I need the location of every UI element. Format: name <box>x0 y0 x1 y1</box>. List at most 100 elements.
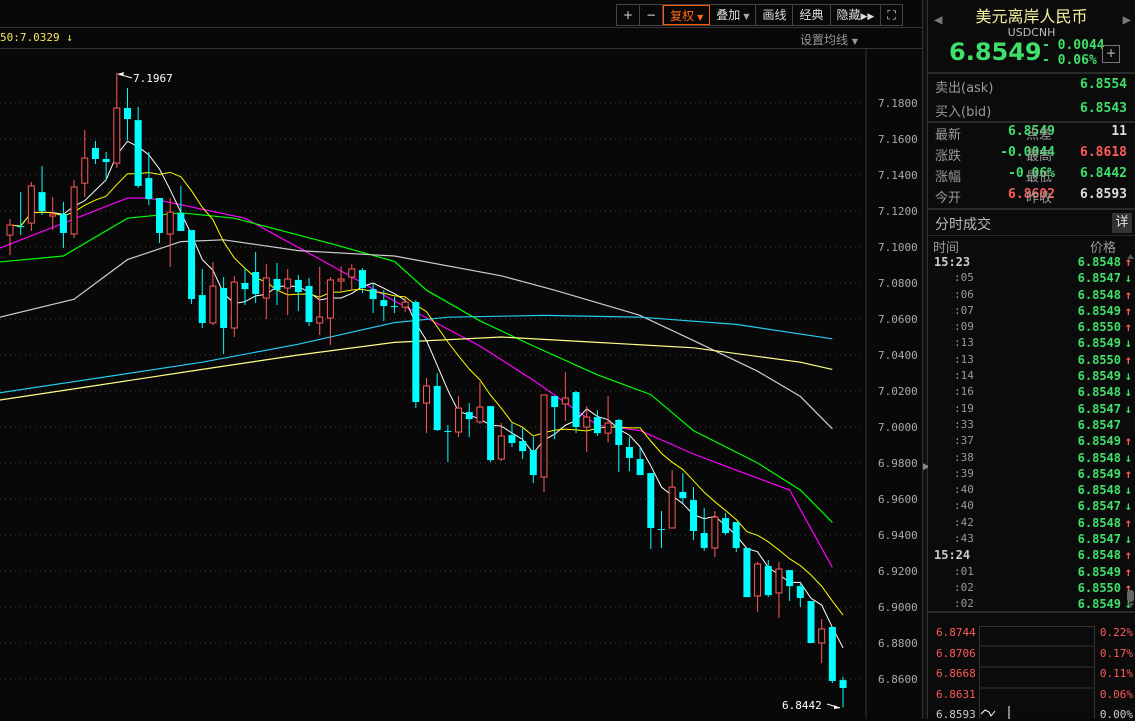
tick-row: 15:24 6.8548 ↑ <box>928 547 1135 563</box>
candle-down <box>572 391 580 434</box>
scroll-down-icon[interactable] <box>1127 603 1134 608</box>
tick-row: :13 6.8549 ↓ <box>928 335 1135 351</box>
candle-down <box>412 300 420 409</box>
tick-time: :14 <box>954 369 974 383</box>
candlestick-chart[interactable]: 7.1800 7.1600 7.1400 7.1200 7.1000 7.0800 7.06… <box>0 0 922 719</box>
stat-label: 最低 <box>1026 170 1053 185</box>
add-watchlist-button[interactable]: + <box>1102 45 1120 63</box>
divider <box>928 235 1135 236</box>
tick-time: :02 <box>954 580 974 594</box>
price-tick-label: 7.1600 <box>878 133 918 146</box>
candle-up <box>476 382 484 424</box>
candle-body <box>754 563 762 597</box>
tick-row: :33 6.8547 <box>928 417 1135 433</box>
tick-time: :01 <box>954 564 974 578</box>
stat-row: 涨幅 -0.06% 最低 6.8442 <box>928 166 1135 186</box>
price-tick-label: 6.9000 <box>878 601 918 614</box>
price-tick-label: 6.8800 <box>878 637 918 650</box>
candle-body <box>423 385 431 404</box>
candle-body <box>593 417 601 434</box>
tick-row: :38 6.8548 ↓ <box>928 450 1135 466</box>
price-tick-label: 7.1800 <box>878 97 918 110</box>
stat-label: 昨收 <box>1026 191 1053 206</box>
candle-body <box>828 626 836 681</box>
candle-down <box>38 166 46 215</box>
hide-label: 隐藏 <box>836 8 861 22</box>
tick-row: :40 6.8547 ↓ <box>928 498 1135 514</box>
candle-up <box>455 396 463 438</box>
candle-body <box>49 213 57 217</box>
stat-label: 最高 <box>1026 149 1053 164</box>
zoom-out-button[interactable]: − <box>640 5 664 25</box>
tick-time: :33 <box>954 417 974 431</box>
candle-body <box>284 278 292 289</box>
tick-price: 6.8550 <box>1077 320 1121 335</box>
candle-down <box>743 547 751 598</box>
candle-body <box>519 441 527 452</box>
zoom-in-button[interactable]: + <box>617 5 641 25</box>
candle-body <box>252 272 260 294</box>
candle-down <box>807 601 815 643</box>
candle-up <box>711 511 719 557</box>
tick-time: 15:24 <box>934 548 971 563</box>
candle-body <box>625 446 633 458</box>
candle-body <box>508 435 516 444</box>
candle-body <box>102 158 110 163</box>
tick-price: 6.8547 <box>1077 271 1121 286</box>
tick-row: :09 6.8550 ↑ <box>928 319 1135 335</box>
candle-body <box>6 224 14 236</box>
detail-button[interactable]: 详 <box>1112 213 1132 233</box>
candle-body <box>27 185 35 224</box>
candle-body <box>732 522 740 548</box>
scroll-up-icon[interactable] <box>1127 254 1134 259</box>
overlay-dropdown[interactable]: 叠加 ▼ <box>710 5 757 25</box>
candle-body <box>209 285 217 324</box>
candle-up <box>230 275 238 337</box>
tick-time: :37 <box>954 434 974 448</box>
classic-button[interactable]: 经典 <box>793 5 831 25</box>
double-arrow-right-icon: ▶▶ <box>860 12 875 22</box>
candle-down <box>59 202 67 249</box>
mini-price-label: 6.8668 <box>936 667 976 680</box>
stat-value: 6.8442 <box>1080 166 1127 181</box>
candle-body <box>796 586 804 598</box>
candle-body <box>465 412 473 420</box>
mini-pct-label: 0.22% <box>1099 626 1133 639</box>
fuquan-label: 复权 <box>670 9 695 23</box>
stat-label: 涨幅 <box>935 170 962 185</box>
candle-down <box>444 425 452 463</box>
stat-row: 涨跌 -0.0044 最高 6.8618 <box>928 145 1135 165</box>
scroll-thumb[interactable] <box>1127 590 1134 602</box>
candle-body <box>807 601 815 643</box>
candle-body <box>123 108 131 120</box>
chevron-down-icon: ▼ <box>697 13 704 22</box>
stat-row: 今开 6.8602 昨收 6.8593 <box>928 187 1135 207</box>
ma-settings-dropdown[interactable]: 设置均线 ▼ <box>800 31 858 48</box>
candle-body <box>679 491 687 499</box>
candle-up <box>497 423 505 462</box>
candle-body <box>572 392 580 427</box>
candle-down <box>732 522 740 553</box>
fuquan-dropdown[interactable]: 复权 ▼ <box>663 5 711 25</box>
candle-down <box>294 275 302 312</box>
hide-button[interactable]: 隐藏▶▶ <box>831 5 882 25</box>
candle-down <box>828 626 836 683</box>
bid-label: 买入(bid) <box>935 105 992 120</box>
stat-label: 涨跌 <box>935 149 962 164</box>
candle-body <box>156 198 164 233</box>
fullscreen-button[interactable]: ⛶ <box>881 5 901 25</box>
stat-value: 11 <box>1111 124 1127 139</box>
draw-line-button[interactable]: 画线 <box>756 5 794 25</box>
candle-body <box>305 286 313 323</box>
candle-body <box>775 568 783 594</box>
tick-price: 6.8548 <box>1077 515 1121 530</box>
candle-body <box>636 459 644 476</box>
candle-body <box>273 279 281 291</box>
tick-row: :40 6.8548 ↓ <box>928 482 1135 498</box>
candle-body <box>412 302 420 402</box>
candle-down <box>519 428 527 460</box>
candle-down <box>380 290 388 321</box>
overlay-label: 叠加 <box>716 8 741 22</box>
candle-up <box>775 562 783 618</box>
ticks-scrollbar[interactable] <box>1127 253 1134 608</box>
